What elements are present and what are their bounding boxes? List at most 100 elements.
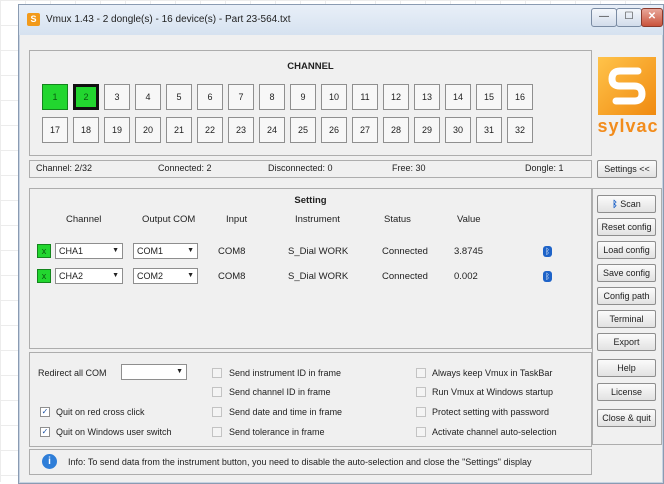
input-value: COM8 bbox=[218, 246, 246, 257]
channel-button-9[interactable]: 9 bbox=[290, 84, 316, 110]
status-free: Free: 30 bbox=[392, 163, 426, 173]
channel-button-22[interactable]: 22 bbox=[197, 117, 223, 143]
reset-config-button[interactable]: Reset config bbox=[597, 218, 656, 236]
options-panel: Redirect all COM ▼ ✓ Quit on red cross c… bbox=[29, 352, 592, 447]
bluetooth-icon: ᛒ bbox=[612, 199, 618, 209]
channel-button-3[interactable]: 3 bbox=[104, 84, 130, 110]
sylvac-logo: sylvac bbox=[596, 53, 658, 153]
redirect-com-label: Redirect all COM bbox=[38, 368, 107, 378]
license-button[interactable]: License bbox=[597, 383, 656, 401]
channel-button-30[interactable]: 30 bbox=[445, 117, 471, 143]
scan-button[interactable]: ᛒ Scan bbox=[597, 195, 656, 213]
channel-button-25[interactable]: 25 bbox=[290, 117, 316, 143]
channel-enable-checkbox[interactable]: x bbox=[37, 244, 51, 258]
help-button[interactable]: Help bbox=[597, 359, 656, 377]
protect-password-checkbox[interactable] bbox=[416, 407, 426, 417]
header-status: Status bbox=[384, 214, 411, 225]
output-com-select[interactable]: COM1 ▼ bbox=[133, 243, 198, 259]
close-quit-button[interactable]: Close & quit bbox=[597, 409, 656, 427]
settings-toggle-button[interactable]: Settings << bbox=[597, 160, 657, 178]
channel-button-32[interactable]: 32 bbox=[507, 117, 533, 143]
channel-button-12[interactable]: 12 bbox=[383, 84, 409, 110]
send-datetime-checkbox[interactable] bbox=[212, 407, 222, 417]
auto-selection-checkbox[interactable] bbox=[416, 427, 426, 437]
run-startup-checkbox[interactable] bbox=[416, 387, 426, 397]
header-input: Input bbox=[226, 214, 248, 225]
measurement-value: 0.002 bbox=[454, 271, 478, 282]
channel-enable-checkbox[interactable]: x bbox=[37, 269, 51, 283]
channel-button-15[interactable]: 15 bbox=[476, 84, 502, 110]
channel-button-20[interactable]: 20 bbox=[135, 117, 161, 143]
measurement-value: 3.8745 bbox=[454, 246, 484, 257]
channel-button-24[interactable]: 24 bbox=[259, 117, 285, 143]
keep-taskbar-label: Always keep Vmux in TaskBar bbox=[432, 368, 553, 378]
channel-button-5[interactable]: 5 bbox=[166, 84, 192, 110]
app-icon: S bbox=[27, 13, 40, 26]
save-config-button[interactable]: Save config bbox=[597, 264, 656, 282]
send-tolerance-checkbox[interactable] bbox=[212, 427, 222, 437]
quit-user-switch-checkbox[interactable]: ✓ bbox=[40, 427, 50, 437]
bluetooth-icon: ᛒ bbox=[543, 271, 552, 282]
terminal-button[interactable]: Terminal bbox=[597, 310, 656, 328]
minimize-button[interactable]: — bbox=[591, 8, 617, 27]
channel-button-2[interactable]: 2 bbox=[73, 84, 99, 110]
channel-button-21[interactable]: 21 bbox=[166, 117, 192, 143]
send-channel-id-checkbox[interactable] bbox=[212, 387, 222, 397]
output-com-value: COM2 bbox=[137, 271, 164, 281]
channel-button-16[interactable]: 16 bbox=[507, 84, 533, 110]
status-bar: Channel: 2/32 Connected: 2 Disconnected:… bbox=[29, 160, 592, 178]
header-output-com: Output COM bbox=[142, 214, 196, 225]
channel-button-18[interactable]: 18 bbox=[73, 117, 99, 143]
info-bar: i Info: To send data from the instrument… bbox=[29, 449, 592, 475]
channel-button-4[interactable]: 4 bbox=[135, 84, 161, 110]
status-channel: Channel: 2/32 bbox=[36, 163, 93, 173]
channel-button-13[interactable]: 13 bbox=[414, 84, 440, 110]
channel-button-10[interactable]: 10 bbox=[321, 84, 347, 110]
redirect-com-select[interactable]: ▼ bbox=[121, 364, 187, 380]
config-path-button[interactable]: Config path bbox=[597, 287, 656, 305]
header-instrument: Instrument bbox=[295, 214, 340, 225]
info-icon: i bbox=[42, 454, 57, 469]
channel-button-11[interactable]: 11 bbox=[352, 84, 378, 110]
status-value: Connected bbox=[382, 271, 428, 282]
logo-text: sylvac bbox=[597, 116, 659, 136]
channel-button-31[interactable]: 31 bbox=[476, 117, 502, 143]
channel-button-14[interactable]: 14 bbox=[445, 84, 471, 110]
input-value: COM8 bbox=[218, 271, 246, 282]
close-button[interactable]: ✕ bbox=[641, 8, 663, 27]
status-value: Connected bbox=[382, 246, 428, 257]
chevron-down-icon: ▼ bbox=[112, 272, 119, 279]
channel-button-27[interactable]: 27 bbox=[352, 117, 378, 143]
channel-button-6[interactable]: 6 bbox=[197, 84, 223, 110]
export-button[interactable]: Export bbox=[597, 333, 656, 351]
channel-button-29[interactable]: 29 bbox=[414, 117, 440, 143]
channel-button-26[interactable]: 26 bbox=[321, 117, 347, 143]
header-channel: Channel bbox=[66, 214, 102, 225]
auto-selection-label: Activate channel auto-selection bbox=[432, 427, 557, 437]
output-com-value: COM1 bbox=[137, 246, 164, 256]
maximize-button[interactable]: ☐ bbox=[616, 8, 642, 27]
channel-button-19[interactable]: 19 bbox=[104, 117, 130, 143]
channel-button-1[interactable]: 1 bbox=[42, 84, 68, 110]
keep-taskbar-checkbox[interactable] bbox=[416, 368, 426, 378]
channel-button-28[interactable]: 28 bbox=[383, 117, 409, 143]
output-com-select[interactable]: COM2 ▼ bbox=[133, 268, 198, 284]
channel-select[interactable]: CHA2 ▼ bbox=[55, 268, 123, 284]
chevron-down-icon: ▼ bbox=[187, 272, 194, 279]
chevron-down-icon: ▼ bbox=[176, 368, 183, 375]
channel-select[interactable]: CHA1 ▼ bbox=[55, 243, 123, 259]
channel-button-7[interactable]: 7 bbox=[228, 84, 254, 110]
channel-button-8[interactable]: 8 bbox=[259, 84, 285, 110]
header-value: Value bbox=[457, 214, 481, 225]
title-bar: S Vmux 1.43 - 2 dongle(s) - 16 device(s)… bbox=[19, 5, 663, 35]
instrument-value: S_Dial WORK bbox=[288, 246, 349, 257]
send-channel-id-label: Send channel ID in frame bbox=[229, 387, 331, 397]
channel-panel-title: CHANNEL bbox=[287, 61, 334, 72]
channel-button-17[interactable]: 17 bbox=[42, 117, 68, 143]
run-startup-label: Run Vmux at Windows startup bbox=[432, 387, 554, 397]
load-config-button[interactable]: Load config bbox=[597, 241, 656, 259]
channel-button-23[interactable]: 23 bbox=[228, 117, 254, 143]
send-id-checkbox[interactable] bbox=[212, 368, 222, 378]
setting-panel-title: Setting bbox=[294, 195, 327, 206]
quit-red-cross-checkbox[interactable]: ✓ bbox=[40, 407, 50, 417]
